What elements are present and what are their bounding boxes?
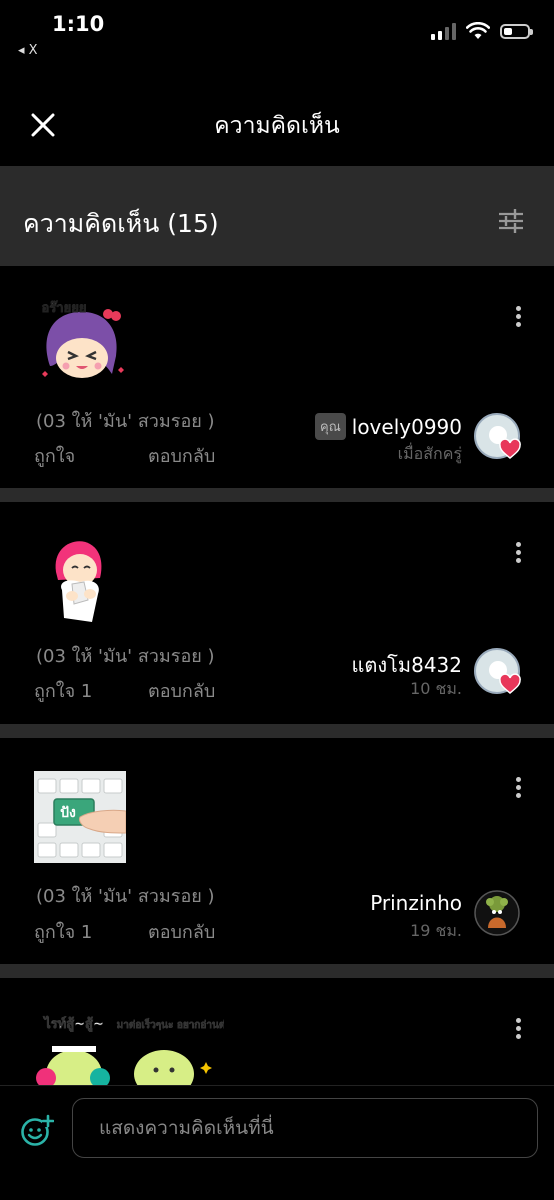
sticker-text: มาต่อเร็วๆนะ อยากอ่านต่อ: [117, 1017, 224, 1031]
more-options-button[interactable]: [508, 774, 528, 804]
reply-button[interactable]: ตอบกลับ: [148, 441, 215, 470]
sticker-add-icon[interactable]: [20, 1114, 54, 1148]
author-name[interactable]: Prinzinho: [370, 891, 462, 915]
comment-timestamp: เมื่อสักครู่: [397, 444, 462, 463]
comment-actions: ถูกใจ 1 ตอบกลับ: [34, 676, 215, 705]
comment-actions: ถูกใจ 1 ตอบกลับ: [34, 917, 215, 946]
more-options-button[interactable]: [508, 539, 528, 569]
back-to-app-link[interactable]: ◂ X: [18, 43, 38, 58]
sticker-purple-girl-angry: อร๊ายยย: [41, 301, 124, 378]
avatar[interactable]: [474, 648, 521, 694]
comment-divider: [0, 964, 554, 978]
like-button[interactable]: ถูกใจ 1: [34, 676, 148, 705]
comment-item: ไรท์สู้~สู้~ มาต่อเร็วๆนะ อยากอ่านต่อ: [0, 978, 554, 1085]
comment-timestamp: 10 ชม.: [410, 679, 462, 698]
comment-item: อร๊ายยย (03 ให้ 'มัน' สวมรอย ) ถูกใจ ตอบ…: [0, 266, 554, 488]
status-icons: [431, 22, 533, 40]
comment-text: (03 ให้ 'มัน' สวมรอย ): [36, 646, 215, 667]
comment-actions: ถูกใจ ตอบกลับ: [34, 441, 215, 470]
wifi-icon: [466, 22, 490, 39]
filter-sliders-icon[interactable]: [498, 208, 524, 234]
comment-divider: [0, 724, 554, 738]
clock: 1:10: [52, 12, 105, 36]
comment-timestamp: 19 ชม.: [410, 921, 462, 940]
status-bar: 1:10 ◂ X: [0, 0, 554, 62]
comment-text: (03 ให้ 'มัน' สวมรอย ): [36, 886, 215, 907]
author-row: คุณ lovely0990: [315, 413, 462, 440]
more-options-button[interactable]: [508, 303, 528, 333]
comment-input-bar: [0, 1085, 554, 1200]
sticker-pink-girl-tissue: [55, 541, 102, 622]
avatar[interactable]: [474, 890, 520, 936]
reply-button[interactable]: ตอบกลับ: [148, 917, 215, 946]
sticker-text: ไรท์สู้~สู้~: [42, 1015, 104, 1032]
sticker-text: อร๊ายยย: [42, 301, 87, 316]
sticker-keyboard-key: ปัง: [34, 771, 126, 863]
comment-input[interactable]: [72, 1098, 538, 1158]
nav-bar: ความคิดเห็น: [0, 84, 554, 164]
you-badge: คุณ: [315, 413, 346, 440]
comments-header: ความคิดเห็น (15): [0, 166, 554, 266]
battery-icon: [500, 23, 533, 39]
comments-count-title: ความคิดเห็น (15): [23, 209, 219, 238]
heart-icon: [499, 673, 521, 694]
sticker-cats-pair: ไรท์สู้~สู้~ มาต่อเร็วๆนะ อยากอ่านต่อ: [36, 1015, 224, 1085]
more-options-button[interactable]: [508, 1015, 528, 1045]
author-name[interactable]: lovely0990: [352, 415, 462, 439]
like-button[interactable]: ถูกใจ 1: [34, 917, 148, 946]
comment-item: (03 ให้ 'มัน' สวมรอย ) ถูกใจ 1 ตอบกลับ แ…: [0, 502, 554, 724]
comment-item: ปัง (03 ให้ 'มัน' สวมรอย ) ถูกใจ 1 ตอบกล…: [0, 738, 554, 964]
avatar[interactable]: [474, 413, 521, 459]
page-title: ความคิดเห็น: [214, 113, 340, 139]
like-button[interactable]: ถูกใจ: [34, 441, 148, 470]
sticker-text: ปัง: [60, 805, 76, 821]
comment-divider: [0, 488, 554, 502]
reply-button[interactable]: ตอบกลับ: [148, 676, 215, 705]
comment-text: (03 ให้ 'มัน' สวมรอย ): [36, 411, 215, 432]
cellular-signal-icon: [431, 22, 456, 40]
heart-icon: [499, 438, 521, 459]
author-row: Prinzinho: [370, 891, 462, 915]
